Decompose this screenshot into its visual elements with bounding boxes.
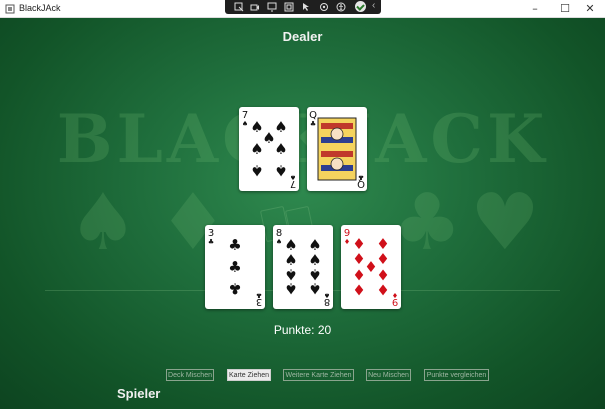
accessibility-icon[interactable] xyxy=(336,2,346,12)
diamond-pip-icon: ♦ xyxy=(376,250,389,268)
player-card: 8 ♠ 8 ♠ ♠ ♠ ♠ ♠ ♠ ♠ ♠ ♠ xyxy=(273,225,333,309)
app-icon xyxy=(5,4,15,14)
points-display: Punkte: 20 xyxy=(273,323,332,337)
felt-spade-icon: ♠ xyxy=(68,178,138,268)
club-icon: ♣ xyxy=(256,291,262,299)
player-label: Spieler xyxy=(117,386,161,401)
dealer-card: 7 ♠ 7 ♠ ♠ ♠ ♠ ♠ ♠ ♠ ♠ xyxy=(239,107,299,191)
club-pip-icon: ♣ xyxy=(228,280,241,298)
pointer-icon[interactable] xyxy=(301,2,311,12)
club-icon: ♣ xyxy=(310,120,316,128)
card-face: Q♣Q♣ xyxy=(309,110,365,189)
close-button[interactable]: ✕ xyxy=(575,0,605,17)
spade-pip-icon: ♠ xyxy=(274,162,287,180)
shuffle-deck-button[interactable]: Deck Mischen xyxy=(166,369,214,381)
queen-portrait-icon xyxy=(330,157,344,171)
club-pip-icon: ♣ xyxy=(228,258,241,276)
spade-icon: ♠ xyxy=(242,120,248,128)
card-face: 8♠8♠♠ ♠♠ ♠♠ ♠♠ ♠ xyxy=(276,228,330,307)
spade-pip-icon: ♠ xyxy=(250,140,263,158)
select-icon[interactable] xyxy=(234,2,244,12)
spade-pip-icon: ♠ xyxy=(284,280,297,298)
card-face: 9♦9♦♦ ♦♦ ♦♦♦ ♦♦ ♦ xyxy=(344,228,398,307)
title-bar: BlackJAck ‹ – ☐ ✕ xyxy=(0,0,605,18)
club-icon: ♣ xyxy=(208,238,214,246)
club-pip-icon: ♣ xyxy=(228,236,241,254)
club-icon: ♣ xyxy=(358,173,364,181)
face-card-stripe xyxy=(321,151,353,157)
frame-icon[interactable] xyxy=(284,2,294,12)
diamond-pip-icon: ♦ xyxy=(352,281,365,299)
check-icon[interactable] xyxy=(355,1,366,12)
compare-points-button[interactable]: Punkte vergleichen xyxy=(424,369,489,381)
player-card: 9 ♦ 9 ♦ ♦ ♦ ♦ ♦ ♦ ♦ ♦ ♦ ♦ xyxy=(341,225,401,309)
spade-pip-icon: ♠ xyxy=(274,118,287,136)
dealer-card: Q ♣ Q ♣ xyxy=(307,107,367,191)
reshuffle-button[interactable]: Neu Mischen xyxy=(366,369,411,381)
felt-club-icon: ♣ xyxy=(392,178,462,268)
spade-pip-icon: ♠ xyxy=(308,280,321,298)
spade-icon: ♠ xyxy=(290,173,296,181)
diamond-icon: ♦ xyxy=(344,238,350,246)
minimize-button[interactable]: – xyxy=(520,0,550,17)
spade-icon: ♠ xyxy=(276,238,282,246)
spade-icon: ♠ xyxy=(324,291,330,299)
card-face: 3♣3♣♣♣♣ xyxy=(208,228,262,307)
diamond-icon: ♦ xyxy=(392,291,398,299)
sensor-icon[interactable] xyxy=(319,2,329,12)
player-card: 3 ♣ 3 ♣ ♣ ♣ ♣ xyxy=(205,225,265,309)
felt-logo-text: BLACKJACK xyxy=(56,100,549,178)
queen-portrait-icon xyxy=(330,127,344,141)
draw-card-button[interactable]: Karte Ziehen xyxy=(227,369,271,381)
card-face: 7♠7♠♠ ♠♠♠ ♠♠ ♠ xyxy=(242,110,296,189)
spade-pip-icon: ♠ xyxy=(274,140,287,158)
record-icon[interactable] xyxy=(250,2,260,12)
window-title: BlackJAck xyxy=(19,3,61,13)
screen-icon[interactable] xyxy=(267,2,277,12)
felt-heart-icon: ♥ xyxy=(470,178,540,268)
dealer-label: Dealer xyxy=(282,29,323,44)
diamond-pip-icon: ♦ xyxy=(376,281,389,299)
game-table: BLACKJACK ♠ ♦ ♣ ♥ Dealer 7 ♠ 7 ♠ ♠ ♠ ♠ ♠ ♠ ♠ ♠ Q ♣ Q… xyxy=(0,18,605,409)
draw-another-card-button[interactable]: Weitere Karte Ziehen xyxy=(283,369,354,381)
spade-pip-icon: ♠ xyxy=(250,162,263,180)
debug-toolbar: ‹ xyxy=(225,0,381,14)
collapse-icon[interactable]: ‹ xyxy=(372,0,375,11)
